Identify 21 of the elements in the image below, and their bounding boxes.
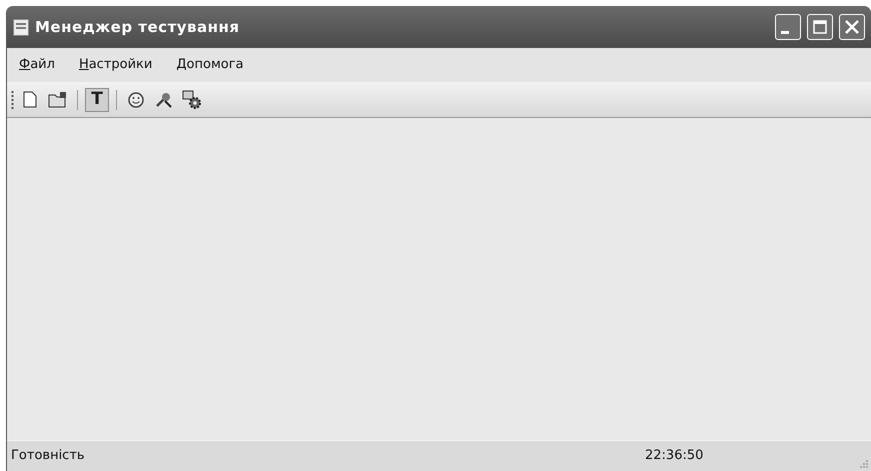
- menu-item[interactable]: Файл: [17, 55, 57, 75]
- smiley-icon: [128, 92, 144, 108]
- minimize-icon: [781, 31, 789, 34]
- text-button[interactable]: T: [85, 88, 109, 112]
- gears-button[interactable]: [180, 88, 204, 112]
- gears-icon: [182, 90, 202, 110]
- resize-grip-icon: [858, 458, 868, 468]
- minimize-button[interactable]: [775, 14, 801, 40]
- grip-icon: [11, 90, 14, 110]
- status-time: 22:36:50: [645, 447, 704, 466]
- app-icon: [13, 18, 29, 36]
- close-button[interactable]: [839, 14, 865, 40]
- status-message: Готовність: [11, 447, 86, 466]
- page-icon: [23, 91, 37, 108]
- menu-item[interactable]: Допомога: [174, 55, 246, 75]
- maximize-button[interactable]: [807, 14, 833, 40]
- close-icon: [844, 19, 860, 35]
- maximize-icon: [813, 20, 827, 34]
- folder-icon: [48, 91, 68, 108]
- window-title: Менеджер тестування: [35, 16, 240, 38]
- menu-item[interactable]: Настройки: [76, 55, 154, 75]
